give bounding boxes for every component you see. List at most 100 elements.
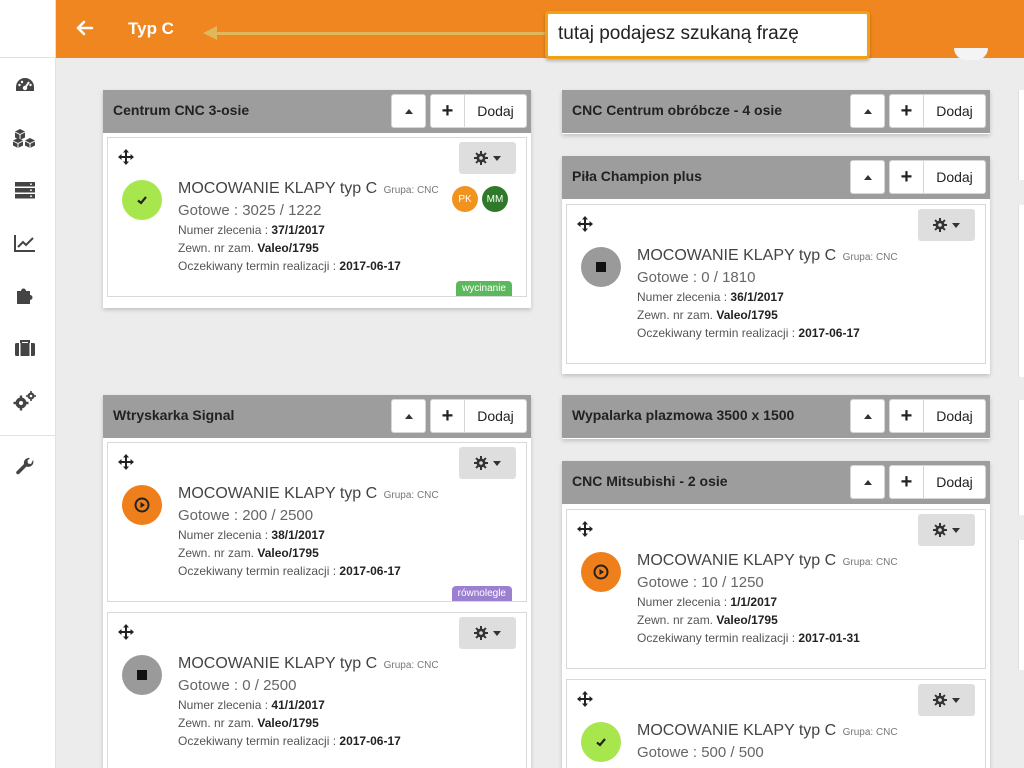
sidebar-item-orders[interactable] xyxy=(10,333,40,363)
move-handle[interactable] xyxy=(577,691,593,707)
search-input[interactable] xyxy=(128,17,248,41)
machine-panel: Piła Champion plus + Dodaj MOCOWANIE KLA… xyxy=(562,156,990,374)
job-progress: Gotowe : 3025 / 1222 xyxy=(178,202,322,219)
collapse-button[interactable] xyxy=(391,399,426,433)
job-progress: Gotowe : 0 / 2500 xyxy=(178,677,297,694)
order-value: 36/1/2017 xyxy=(730,290,784,304)
add-button[interactable]: Dodaj xyxy=(924,399,986,433)
triangle-up-icon xyxy=(863,174,872,180)
ext-value: Valeo/1795 xyxy=(257,546,319,560)
card-menu-button[interactable] xyxy=(918,209,975,241)
job-info: MOCOWANIE KLAPY typ C Grupa: CNC Gotowe … xyxy=(178,485,468,578)
add-button[interactable]: Dodaj xyxy=(924,94,986,128)
caret-down-icon xyxy=(952,222,960,228)
search-hint-callout: tutaj podajesz szukaną frazę xyxy=(545,11,870,59)
dashboard-icon xyxy=(16,78,34,91)
job-group: Grupa: CNC xyxy=(842,727,898,738)
collapse-button[interactable] xyxy=(850,465,885,499)
job-group: Grupa: CNC xyxy=(383,185,439,196)
status-done-icon xyxy=(122,180,162,220)
order-label: Numer zlecenia xyxy=(178,223,262,237)
gear-icon xyxy=(933,218,947,232)
card-menu-button[interactable] xyxy=(918,514,975,546)
panel-header: Wtryskarka Signal + Dodaj xyxy=(103,395,531,438)
panel-buttons: + Dodaj xyxy=(391,94,527,128)
add-button[interactable]: Dodaj xyxy=(924,160,986,194)
move-handle[interactable] xyxy=(118,624,134,640)
caret-down-icon xyxy=(493,460,501,466)
card-menu-button[interactable] xyxy=(459,142,516,174)
panel-header: Centrum CNC 3-osie + Dodaj xyxy=(103,90,531,133)
line-chart-icon xyxy=(14,235,35,252)
status-done-icon xyxy=(581,722,621,762)
move-handle[interactable] xyxy=(118,454,134,470)
job-title[interactable]: MOCOWANIE KLAPY typ C Grupa: CNC xyxy=(178,655,468,673)
job-ext-order: Zewn. nr zam. Valeo/1795 xyxy=(178,546,468,560)
move-handle[interactable] xyxy=(118,149,134,165)
job-title[interactable]: MOCOWANIE KLAPY typ C Grupa: CNC xyxy=(178,180,468,198)
move-handle[interactable] xyxy=(577,216,593,232)
job-info: MOCOWANIE KLAPY typ C Grupa: CNC Gotowe … xyxy=(637,247,927,340)
progress-value: 200 / 2500 xyxy=(242,507,314,524)
sidebar-item-servers[interactable] xyxy=(10,175,40,205)
sidebar-item-products[interactable] xyxy=(10,123,40,153)
job-card: MOCOWANIE KLAPY typ C Grupa: CNC Gotowe … xyxy=(566,509,986,669)
order-label: Numer zlecenia xyxy=(178,528,262,542)
plus-button[interactable]: + xyxy=(889,160,924,194)
ext-label: Zewn. nr zam. xyxy=(637,308,714,322)
progress-label: Gotowe xyxy=(178,507,230,524)
panel-buttons: + Dodaj xyxy=(850,399,986,433)
job-ext-order: Zewn. nr zam. Valeo/1795 xyxy=(178,241,468,255)
add-button[interactable]: Dodaj xyxy=(465,399,527,433)
panel-buttons: + Dodaj xyxy=(391,399,527,433)
plus-button[interactable]: + xyxy=(889,465,924,499)
panel-header: Piła Champion plus + Dodaj xyxy=(562,156,990,199)
briefcase-icon xyxy=(15,340,35,356)
job-title[interactable]: MOCOWANIE KLAPY typ C Grupa: CNC xyxy=(637,247,927,265)
machine-panel: Centrum CNC 3-osie + Dodaj MOCOWANIE KLA… xyxy=(103,90,531,308)
job-ext-order: Zewn. nr zam. Valeo/1795 xyxy=(637,308,927,322)
card-menu-button[interactable] xyxy=(459,447,516,479)
sidebar-item-modules[interactable] xyxy=(10,280,40,310)
back-button[interactable] xyxy=(72,15,98,41)
progress-label: Gotowe xyxy=(637,269,689,286)
puzzle-icon xyxy=(17,288,33,304)
deadline-value: 2017-06-17 xyxy=(339,734,401,748)
plus-button[interactable]: + xyxy=(430,399,465,433)
collapse-button[interactable] xyxy=(391,94,426,128)
add-button[interactable]: Dodaj xyxy=(465,94,527,128)
caret-down-icon xyxy=(493,155,501,161)
sidebar-item-settings[interactable] xyxy=(10,386,40,416)
job-deadline: Oczekiwany termin realizacji : 2017-06-1… xyxy=(178,564,401,578)
add-button[interactable]: Dodaj xyxy=(924,465,986,499)
sidebar-item-charts[interactable] xyxy=(10,228,40,258)
sidebar-item-tools[interactable] xyxy=(10,452,40,482)
job-info: MOCOWANIE KLAPY typ C Grupa: CNC Gotowe … xyxy=(637,722,927,761)
job-order: Numer zlecenia : 37/1/2017 xyxy=(178,223,325,237)
collapse-button[interactable] xyxy=(850,94,885,128)
job-progress: Gotowe : 0 / 1810 xyxy=(637,269,756,286)
job-title[interactable]: MOCOWANIE KLAPY typ C Grupa: CNC xyxy=(637,552,927,570)
sidebar-item-dashboard[interactable] xyxy=(10,70,40,100)
job-group: Grupa: CNC xyxy=(842,252,898,263)
job-title[interactable]: MOCOWANIE KLAPY typ C Grupa: CNC xyxy=(637,722,927,740)
deadline-value: 2017-06-17 xyxy=(339,564,401,578)
plus-button[interactable]: + xyxy=(430,94,465,128)
job-group: Grupa: CNC xyxy=(383,490,439,501)
card-menu-button[interactable] xyxy=(918,684,975,716)
job-card: MOCOWANIE KLAPY typ C Grupa: CNC Gotowe … xyxy=(107,442,527,602)
collapse-button[interactable] xyxy=(850,399,885,433)
job-title[interactable]: MOCOWANIE KLAPY typ C Grupa: CNC xyxy=(178,485,468,503)
move-handle[interactable] xyxy=(577,521,593,537)
machine-panel: Wypalarka plazmowa 3500 x 1500 + Dodaj xyxy=(562,395,990,439)
job-order: Numer zlecenia : 36/1/2017 xyxy=(637,290,784,304)
plus-button[interactable]: + xyxy=(889,399,924,433)
card-menu-button[interactable] xyxy=(459,617,516,649)
collapse-button[interactable] xyxy=(850,160,885,194)
job-progress: Gotowe : 200 / 2500 xyxy=(178,507,314,524)
deadline-label: Oczekiwany termin realizacji xyxy=(178,564,330,578)
plus-button[interactable]: + xyxy=(889,94,924,128)
progress-label: Gotowe xyxy=(637,574,689,591)
job-order: Numer zlecenia : 41/1/2017 xyxy=(178,698,325,712)
job-info: MOCOWANIE KLAPY typ C Grupa: CNC Gotowe … xyxy=(178,655,468,748)
